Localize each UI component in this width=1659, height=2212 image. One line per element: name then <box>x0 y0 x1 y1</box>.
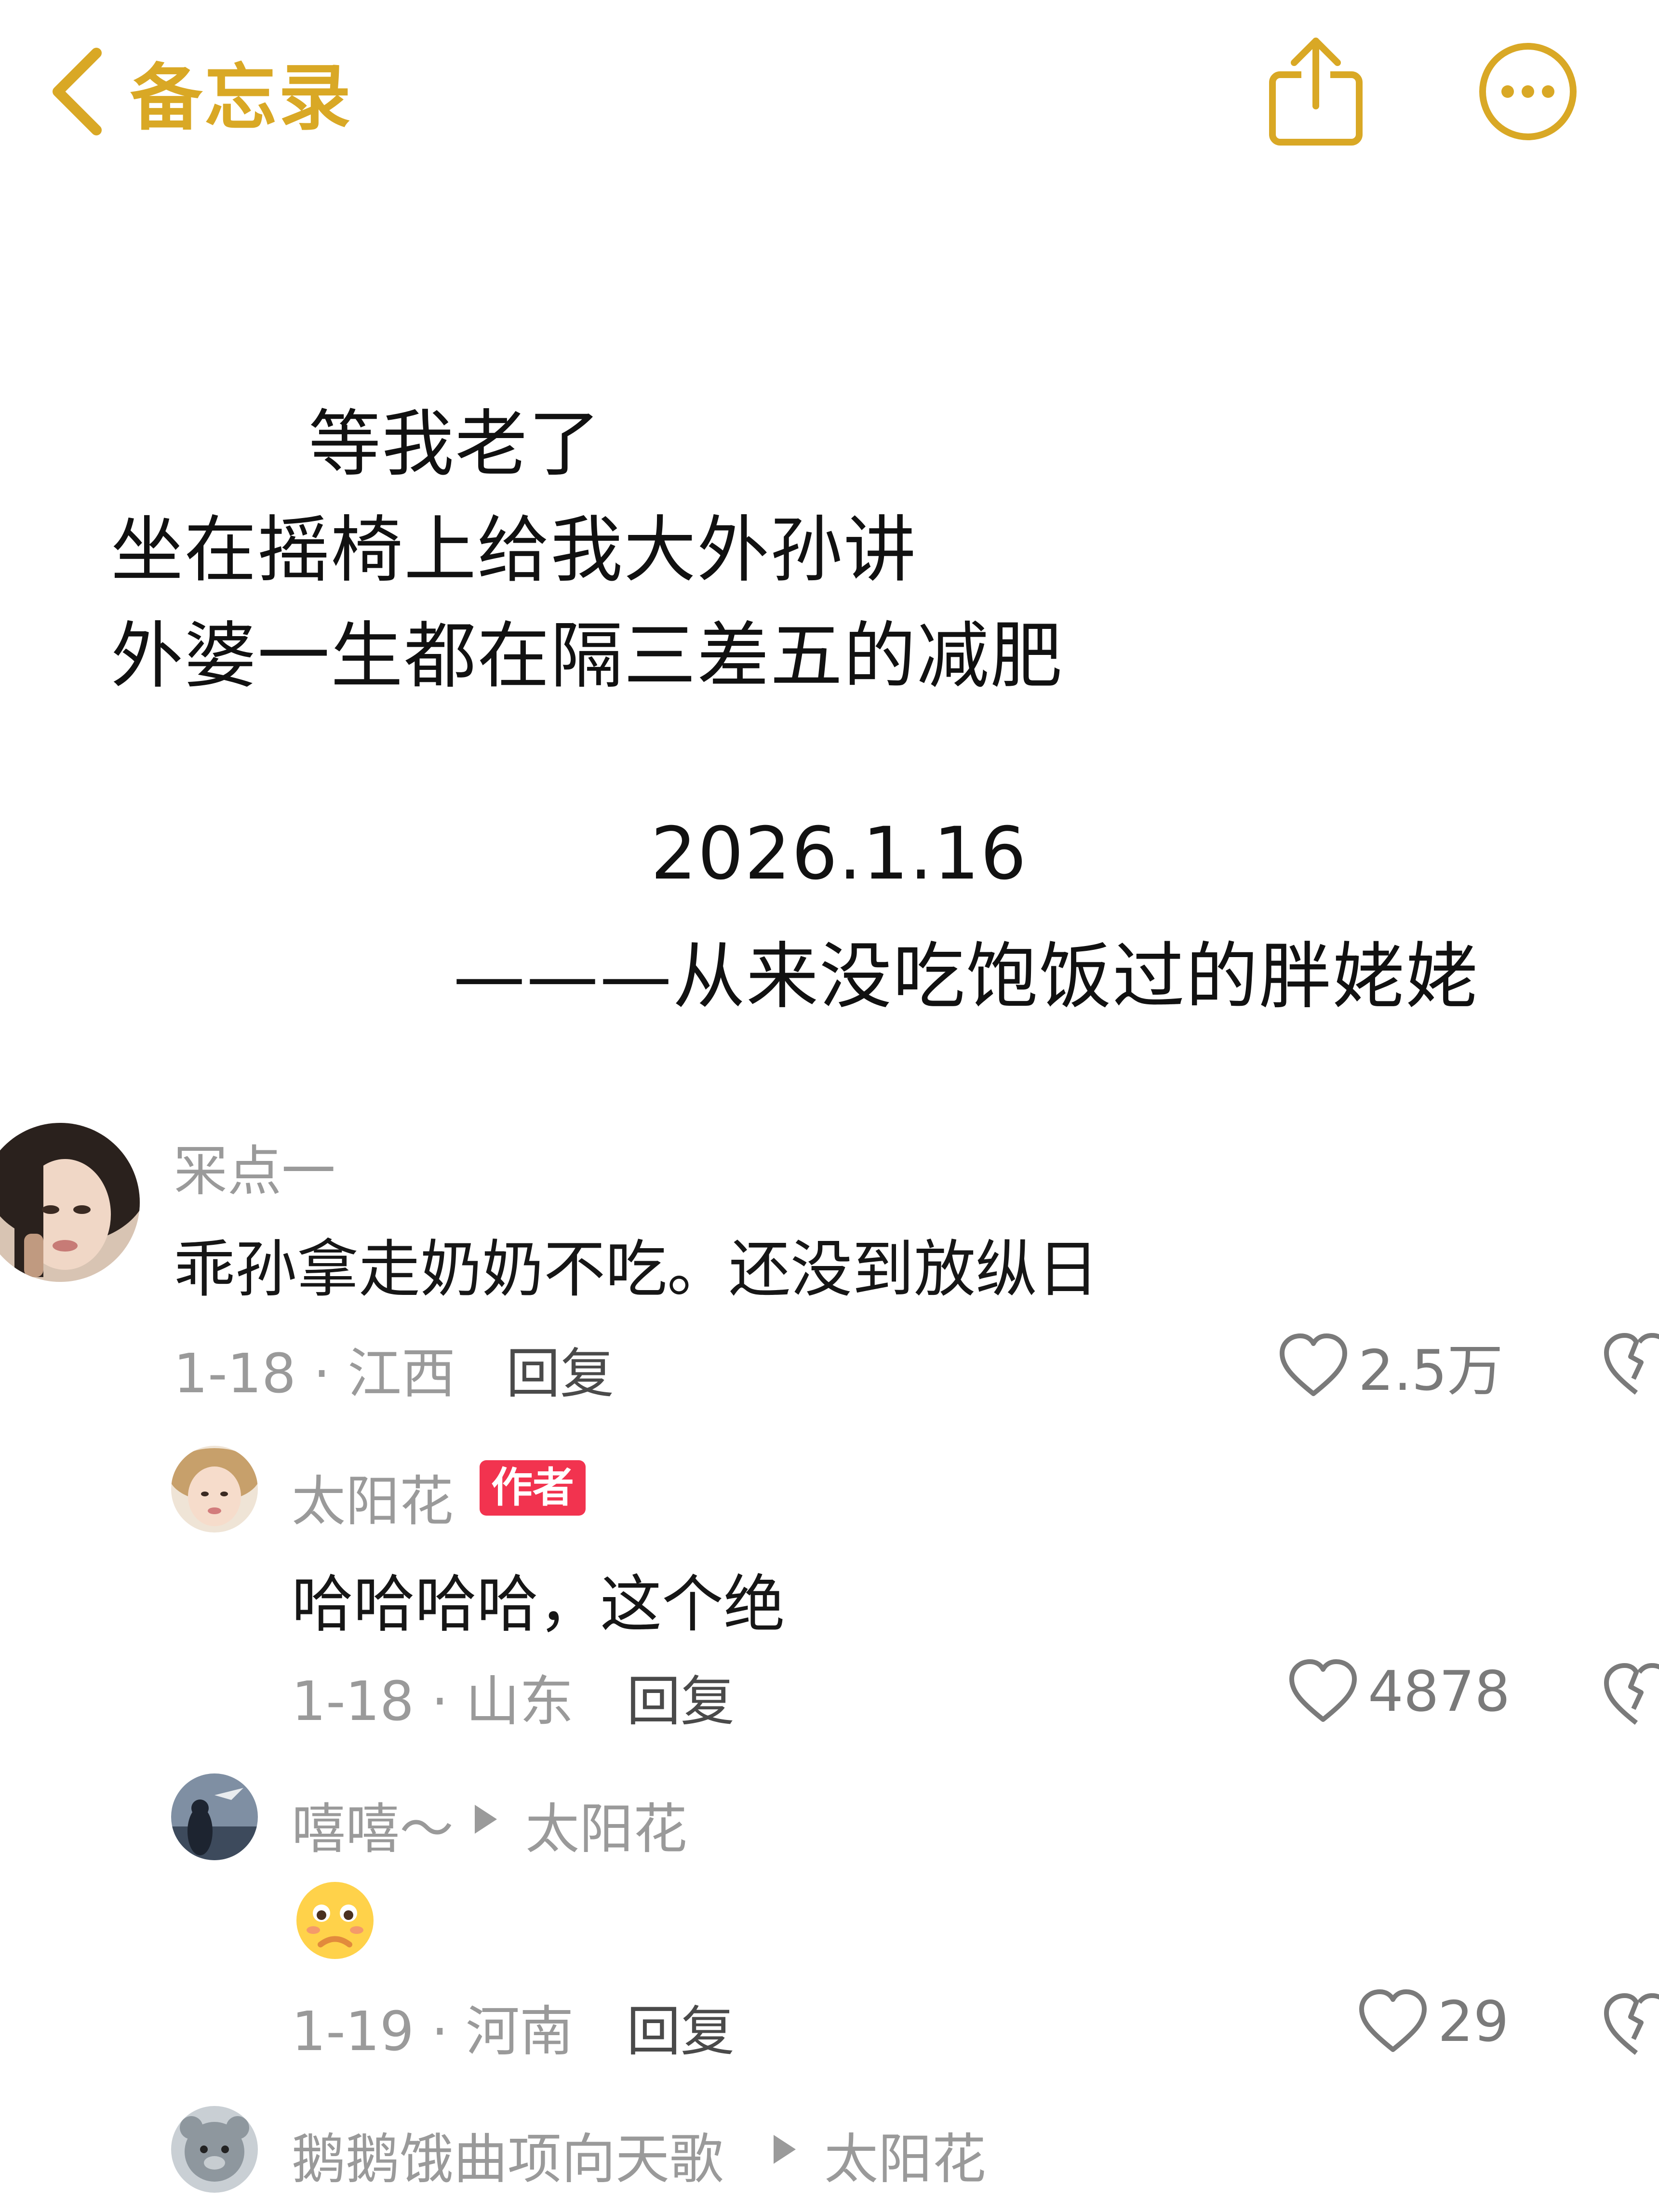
back-button[interactable]: 备忘录 <box>43 39 353 145</box>
like-count: 29 <box>1438 1989 1509 2054</box>
note-line-3: 外婆一生都在隔三差五的减肥 <box>111 614 1064 698</box>
reply-arrow-icon <box>774 2135 796 2164</box>
dislike-button[interactable] <box>1603 1333 1659 1399</box>
reply-to-username[interactable]: 太阳花 <box>824 2116 986 2194</box>
comment-date-location: 1-18 · 山东 <box>292 1670 574 1733</box>
reply-button[interactable]: 回复 <box>627 1988 735 2066</box>
dislike-button[interactable] <box>1603 1993 1659 2060</box>
chevron-left-icon <box>53 48 102 135</box>
like-button[interactable]: 2.5万 <box>1277 1325 1503 1406</box>
heart-icon <box>1289 1659 1357 1722</box>
like-count: 2.5万 <box>1358 1338 1503 1403</box>
avatar[interactable] <box>171 2106 258 2193</box>
share-icon <box>1269 38 1363 146</box>
shy-face-emoji-icon <box>296 1882 374 1959</box>
like-button[interactable]: 4878 <box>1287 1658 1510 1725</box>
comment-username[interactable]: 鹅鹅饿曲项向天歌 <box>292 2116 723 2194</box>
more-button[interactable] <box>1475 39 1581 145</box>
comment-username[interactable]: 冞点一 <box>174 1128 335 1206</box>
reply-button[interactable]: 回复 <box>627 1658 735 1736</box>
dislike-button[interactable] <box>1603 1663 1659 1730</box>
comment-date-location: 1-18 · 江西 <box>174 1343 455 1405</box>
note-line-2: 坐在摇椅上给我大外孙讲 <box>111 508 917 592</box>
emoji-sticker <box>292 1879 378 1963</box>
share-button[interactable] <box>1263 34 1369 149</box>
comment-text: 哈哈哈哈，这个绝 <box>292 1569 786 1640</box>
broken-heart-icon <box>1604 1333 1659 1395</box>
reply-to-username[interactable]: 太阳花 <box>525 1786 687 1864</box>
note-date: 2026.1.16 <box>651 812 1028 896</box>
note-signature: ———从来没吃饱饭过的胖姥姥 <box>453 935 1479 1019</box>
author-badge: 作者 <box>480 1460 586 1516</box>
reply-arrow-icon <box>475 1805 497 1834</box>
heart-icon <box>1359 1989 1427 2052</box>
like-button[interactable]: 29 <box>1357 1988 1509 2055</box>
more-icon <box>1479 43 1577 140</box>
reply-button[interactable]: 回复 <box>506 1330 614 1408</box>
heart-icon <box>1280 1333 1347 1396</box>
comment-text: 乖孙拿走奶奶不吃。还没到放纵日 <box>174 1234 1099 1306</box>
comment-username[interactable]: 太阳花 <box>292 1458 454 1536</box>
comment-username[interactable]: 嘻嘻～ <box>292 1786 454 1864</box>
broken-heart-icon <box>1604 1993 1659 2055</box>
note-line-1: 等我老了 <box>308 402 602 486</box>
avatar[interactable] <box>171 1446 258 1532</box>
broken-heart-icon <box>1604 1663 1659 1725</box>
back-label: 备忘录 <box>130 56 353 140</box>
like-count: 4878 <box>1368 1659 1511 1724</box>
avatar[interactable] <box>0 1123 140 1282</box>
comment-date-location: 1-19 · 河南 <box>292 2000 574 2063</box>
avatar[interactable] <box>171 1773 258 1860</box>
